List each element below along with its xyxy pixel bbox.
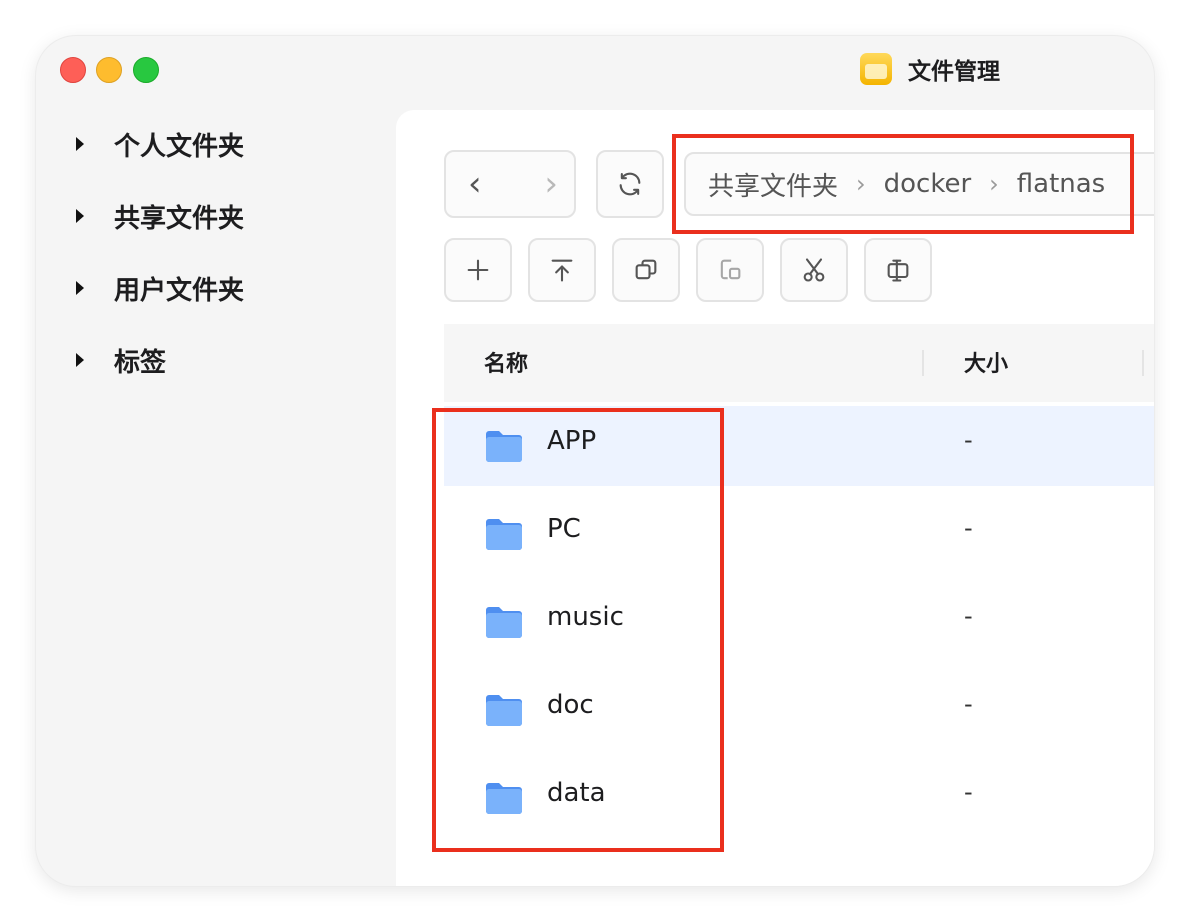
upload-button[interactable]: [528, 238, 596, 302]
column-divider[interactable]: [922, 350, 924, 376]
new-button[interactable]: [444, 238, 512, 302]
sidebar-item-tags[interactable]: 标签: [76, 338, 166, 382]
file-size: -: [964, 778, 973, 806]
refresh-icon: [619, 172, 641, 196]
expand-caret-icon[interactable]: [76, 281, 84, 295]
column-divider[interactable]: [1142, 350, 1144, 376]
column-header-size[interactable]: 大小: [964, 346, 1008, 378]
minimize-window-button[interactable]: [96, 57, 122, 83]
cut-button[interactable]: [780, 238, 848, 302]
file-size: -: [964, 690, 973, 718]
sidebar-item-personal[interactable]: 个人文件夹: [76, 122, 244, 166]
navigation-buttons: ‹ ›: [444, 150, 576, 218]
sidebar-item-users[interactable]: 用户文件夹: [76, 266, 244, 310]
rename-button[interactable]: [864, 238, 932, 302]
paste-button[interactable]: [696, 238, 764, 302]
chevron-right-icon[interactable]: ›: [544, 167, 558, 201]
chevron-left-icon[interactable]: ‹: [468, 167, 482, 201]
table-header: 名称 大小: [444, 324, 1154, 402]
file-size: -: [964, 426, 973, 454]
expand-caret-icon[interactable]: [76, 209, 84, 223]
refresh-button[interactable]: [596, 150, 664, 218]
window-title: 文件管理: [908, 59, 1000, 85]
maximize-window-button[interactable]: [133, 57, 159, 83]
file-size: -: [964, 602, 973, 630]
window-titlebar: 文件管理: [860, 52, 1000, 86]
breadcrumb-highlight-box: [672, 134, 1134, 234]
close-window-button[interactable]: [60, 57, 86, 83]
folder-list-highlight-box: [432, 408, 724, 852]
copy-button[interactable]: [612, 238, 680, 302]
plus-icon: [467, 259, 489, 281]
scissors-icon: [803, 258, 825, 282]
sidebar-item-label: 用户文件夹: [114, 275, 245, 306]
sidebar-item-label: 标签: [114, 347, 167, 378]
file-size: -: [964, 514, 973, 542]
main-panel: ‹ › 共享文件夹 › docker › flatnas 名称 大小 APP -…: [396, 110, 1154, 886]
file-manager-window: 文件管理 个人文件夹 共享文件夹 用户文件夹 标签 ‹ › 共享文件夹 › do…: [36, 36, 1154, 886]
expand-caret-icon[interactable]: [76, 353, 84, 367]
copy-icon: [635, 259, 657, 280]
sidebar-item-label: 共享文件夹: [114, 203, 245, 234]
sidebar-item-shared[interactable]: 共享文件夹: [76, 194, 244, 238]
sidebar-item-label: 个人文件夹: [114, 131, 245, 162]
rename-icon: [887, 259, 909, 282]
folder-app-icon: [860, 53, 892, 85]
expand-caret-icon[interactable]: [76, 137, 84, 151]
upload-icon: [551, 259, 573, 282]
column-header-name[interactable]: 名称: [484, 346, 528, 378]
paste-icon: [720, 259, 741, 280]
